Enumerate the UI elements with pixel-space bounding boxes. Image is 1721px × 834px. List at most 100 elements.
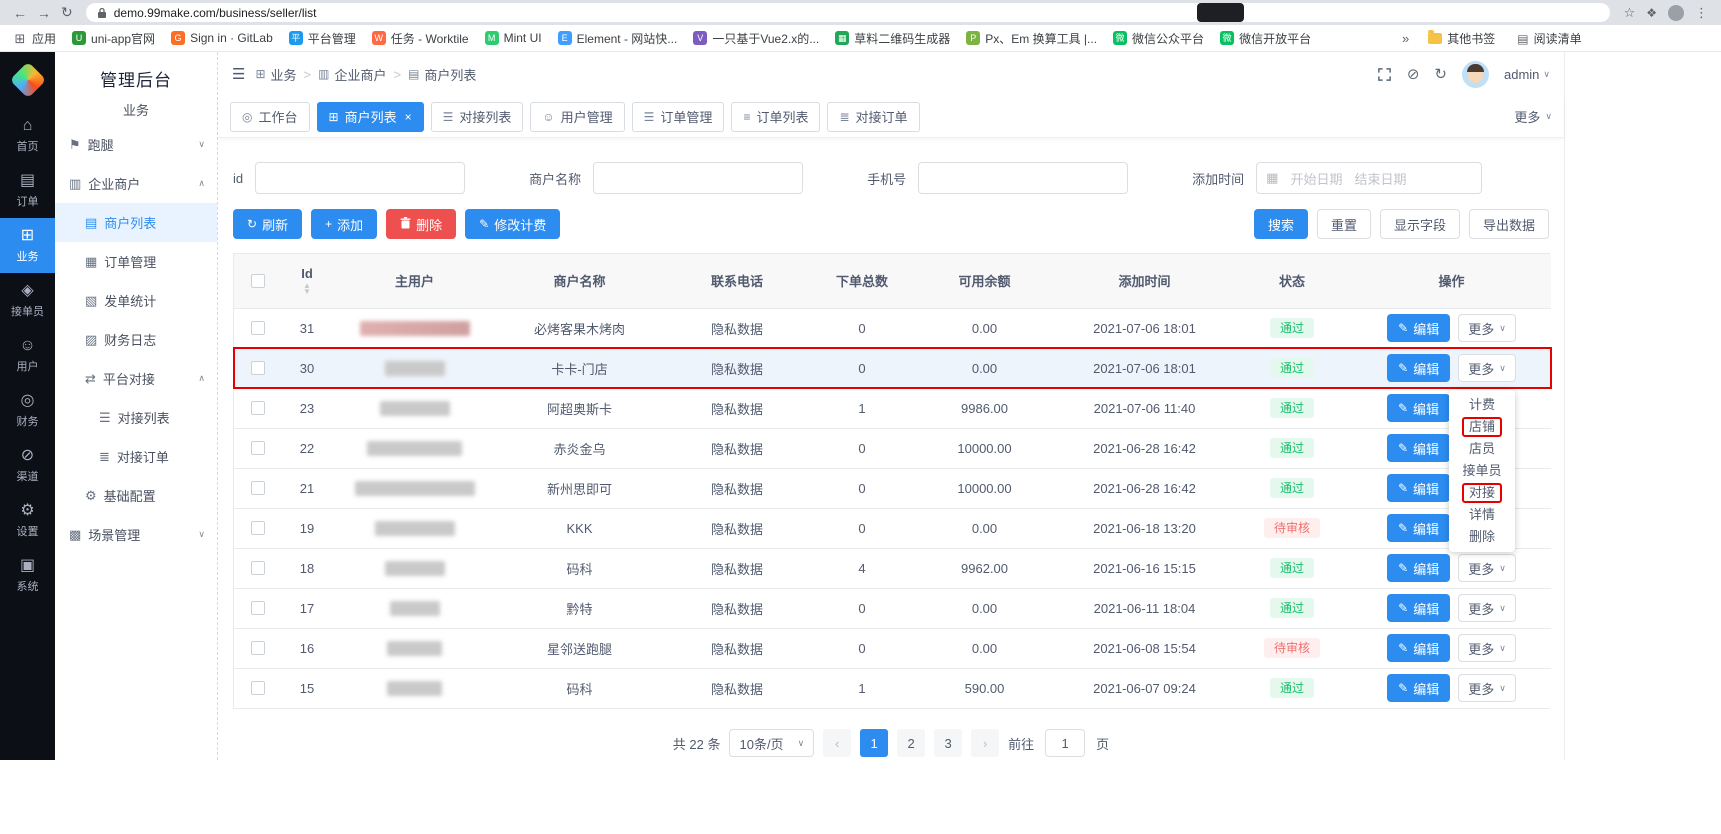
dropdown-item-billing[interactable]: 计费 xyxy=(1449,394,1515,416)
tab-merchant-list[interactable]: ⊞商户列表× xyxy=(317,102,424,132)
admin-menu[interactable]: admin ∨ xyxy=(1504,67,1550,82)
dropdown-item-shop[interactable]: 店铺 xyxy=(1449,416,1515,438)
bookmark-wxmp[interactable]: 微微信公众平台 xyxy=(1106,28,1211,49)
edit-fee-button[interactable]: ✎修改计费 xyxy=(465,209,560,239)
submenu-item-base-config[interactable]: ⚙基础配置 xyxy=(55,476,217,515)
row-checkbox[interactable] xyxy=(251,601,265,615)
sidebar-item-settings[interactable]: ⚙设置 xyxy=(0,493,55,548)
more-button[interactable]: 更多∨ xyxy=(1458,634,1516,662)
dropdown-item-courier[interactable]: 接单员 xyxy=(1449,460,1515,482)
page-button-1[interactable]: 1 xyxy=(860,729,888,757)
tab-workbench[interactable]: ◎工作台 xyxy=(230,102,310,132)
sidebar-item-courier[interactable]: ◈接单员 xyxy=(0,273,55,328)
bookmark-worktile[interactable]: W任务 - Worktile xyxy=(365,28,476,49)
bookmark-star-icon[interactable]: ☆ xyxy=(1624,5,1636,21)
export-button[interactable]: 导出数据 xyxy=(1469,209,1549,239)
more-button[interactable]: 更多∨ xyxy=(1458,674,1516,702)
edit-button[interactable]: ✎编辑 xyxy=(1387,594,1450,622)
tab-order-list[interactable]: ≡订单列表 xyxy=(731,102,820,132)
merchant-name-input[interactable] xyxy=(593,162,803,194)
row-checkbox[interactable] xyxy=(251,401,265,415)
select-all-checkbox[interactable] xyxy=(251,274,265,288)
date-range-input[interactable]: ▦ 开始日期 结束日期 xyxy=(1256,162,1482,194)
sidebar-item-home[interactable]: ⌂首页 xyxy=(0,108,55,163)
edit-button[interactable]: ✎编辑 xyxy=(1387,514,1450,542)
submenu-item-order-manage[interactable]: ▦订单管理 xyxy=(55,242,217,281)
next-page-button[interactable]: › xyxy=(971,729,999,757)
submenu-item-finance-log[interactable]: ▨财务日志 xyxy=(55,320,217,359)
sidebar-item-finance[interactable]: ◎财务 xyxy=(0,383,55,438)
prev-page-button[interactable]: ‹ xyxy=(823,729,851,757)
edit-button[interactable]: ✎编辑 xyxy=(1387,634,1450,662)
submenu-item-scene-manage[interactable]: ▩场景管理∨ xyxy=(55,515,217,554)
submenu-item-link-orders[interactable]: ≣对接订单 xyxy=(55,437,217,476)
show-fields-button[interactable]: 显示字段 xyxy=(1380,209,1460,239)
more-button[interactable]: 更多∨ xyxy=(1458,594,1516,622)
refresh-page-icon[interactable]: ↻ xyxy=(1434,65,1447,83)
close-icon[interactable]: × xyxy=(405,110,412,124)
tab-link-orders[interactable]: ≣对接订单 xyxy=(827,102,919,132)
breadcrumb-item-merchant-list[interactable]: ▤商户列表 xyxy=(408,65,476,84)
breadcrumb-item-enterprise-merchant[interactable]: ▥企业商户 xyxy=(318,65,386,84)
submenu-item-dispatch-stats[interactable]: ▧发单统计 xyxy=(55,281,217,320)
collapse-sidebar-icon[interactable]: ☰ xyxy=(232,65,245,83)
bookmark-mintui[interactable]: MMint UI xyxy=(478,29,549,47)
bookmarks-overflow-icon[interactable]: » xyxy=(1398,31,1413,46)
fullscreen-icon[interactable] xyxy=(1377,67,1392,82)
tabs-more[interactable]: 更多 ∨ xyxy=(1514,107,1552,126)
page-button-3[interactable]: 3 xyxy=(934,729,962,757)
other-bookmarks[interactable]: 其他书签 xyxy=(1421,28,1502,49)
more-button[interactable]: 更多∨ xyxy=(1458,354,1516,382)
breadcrumb-item-business[interactable]: ⊞业务 xyxy=(255,65,296,84)
dropdown-item-delete[interactable]: 删除 xyxy=(1449,526,1515,548)
sidebar-item-system[interactable]: ▣系统 xyxy=(0,548,55,603)
tab-user-manage[interactable]: ☺用户管理 xyxy=(530,102,624,132)
sidebar-item-business[interactable]: ⊞业务 xyxy=(0,218,55,273)
edit-button[interactable]: ✎编辑 xyxy=(1387,354,1450,382)
bookmark-gitlab[interactable]: GSign in · GitLab xyxy=(164,29,280,47)
submenu-item-paotui[interactable]: ⚑跑腿∨ xyxy=(55,125,217,164)
bookmark-uniapp[interactable]: Uuni-app官网 xyxy=(65,28,162,49)
row-checkbox[interactable] xyxy=(251,641,265,655)
edit-button[interactable]: ✎编辑 xyxy=(1387,674,1450,702)
lock-screen-icon[interactable]: ⊘ xyxy=(1407,65,1420,83)
bookmark-element[interactable]: EElement - 网站快... xyxy=(551,28,685,49)
bookmark-apps[interactable]: ⊞应用 xyxy=(6,28,63,49)
page-size-select[interactable]: 10条/页 ∨ xyxy=(729,729,814,757)
more-button[interactable]: 更多∨ xyxy=(1458,314,1516,342)
row-checkbox[interactable] xyxy=(251,481,265,495)
id-input[interactable] xyxy=(255,162,465,194)
add-button[interactable]: +添加 xyxy=(311,209,377,239)
row-checkbox[interactable] xyxy=(251,561,265,575)
dropdown-item-clerk[interactable]: 店员 xyxy=(1449,438,1515,460)
row-checkbox[interactable] xyxy=(251,521,265,535)
column-header-0[interactable]: Id▲▼ xyxy=(282,254,332,308)
page-button-2[interactable]: 2 xyxy=(897,729,925,757)
edit-button[interactable]: ✎编辑 xyxy=(1387,434,1450,462)
row-checkbox[interactable] xyxy=(251,361,265,375)
submenu-item-platform-link[interactable]: ⇄平台对接∧ xyxy=(55,359,217,398)
sidebar-item-orders[interactable]: ▤订单 xyxy=(0,163,55,218)
sidebar-item-channel[interactable]: ⊘渠道 xyxy=(0,438,55,493)
browser-menu-icon[interactable]: ⋮ xyxy=(1695,5,1709,21)
phone-input[interactable] xyxy=(918,162,1128,194)
bookmark-platform[interactable]: 平平台管理 xyxy=(282,28,363,49)
submenu-item-link-list[interactable]: ☰对接列表 xyxy=(55,398,217,437)
row-checkbox[interactable] xyxy=(251,321,265,335)
forward-icon[interactable]: → xyxy=(37,5,51,21)
extensions-icon[interactable]: ❖ xyxy=(1646,6,1657,20)
row-checkbox[interactable] xyxy=(251,681,265,695)
back-icon[interactable]: ← xyxy=(13,5,27,21)
user-avatar[interactable] xyxy=(1462,61,1489,88)
dropdown-item-link[interactable]: 对接 xyxy=(1449,482,1515,504)
app-logo[interactable] xyxy=(0,52,55,108)
more-button[interactable]: 更多∨ xyxy=(1458,554,1516,582)
bookmark-caoliao[interactable]: ▦草料二维码生成器 xyxy=(828,28,957,49)
edit-button[interactable]: ✎编辑 xyxy=(1387,394,1450,422)
reading-list[interactable]: ▤ 阅读清单 xyxy=(1510,28,1588,49)
edit-button[interactable]: ✎编辑 xyxy=(1387,314,1450,342)
edit-button[interactable]: ✎编辑 xyxy=(1387,474,1450,502)
submenu-item-merchant-list[interactable]: ▤商户列表 xyxy=(55,203,217,242)
tab-order-manage[interactable]: ☰订单管理 xyxy=(632,102,725,132)
tab-link-list[interactable]: ☰对接列表 xyxy=(431,102,524,132)
